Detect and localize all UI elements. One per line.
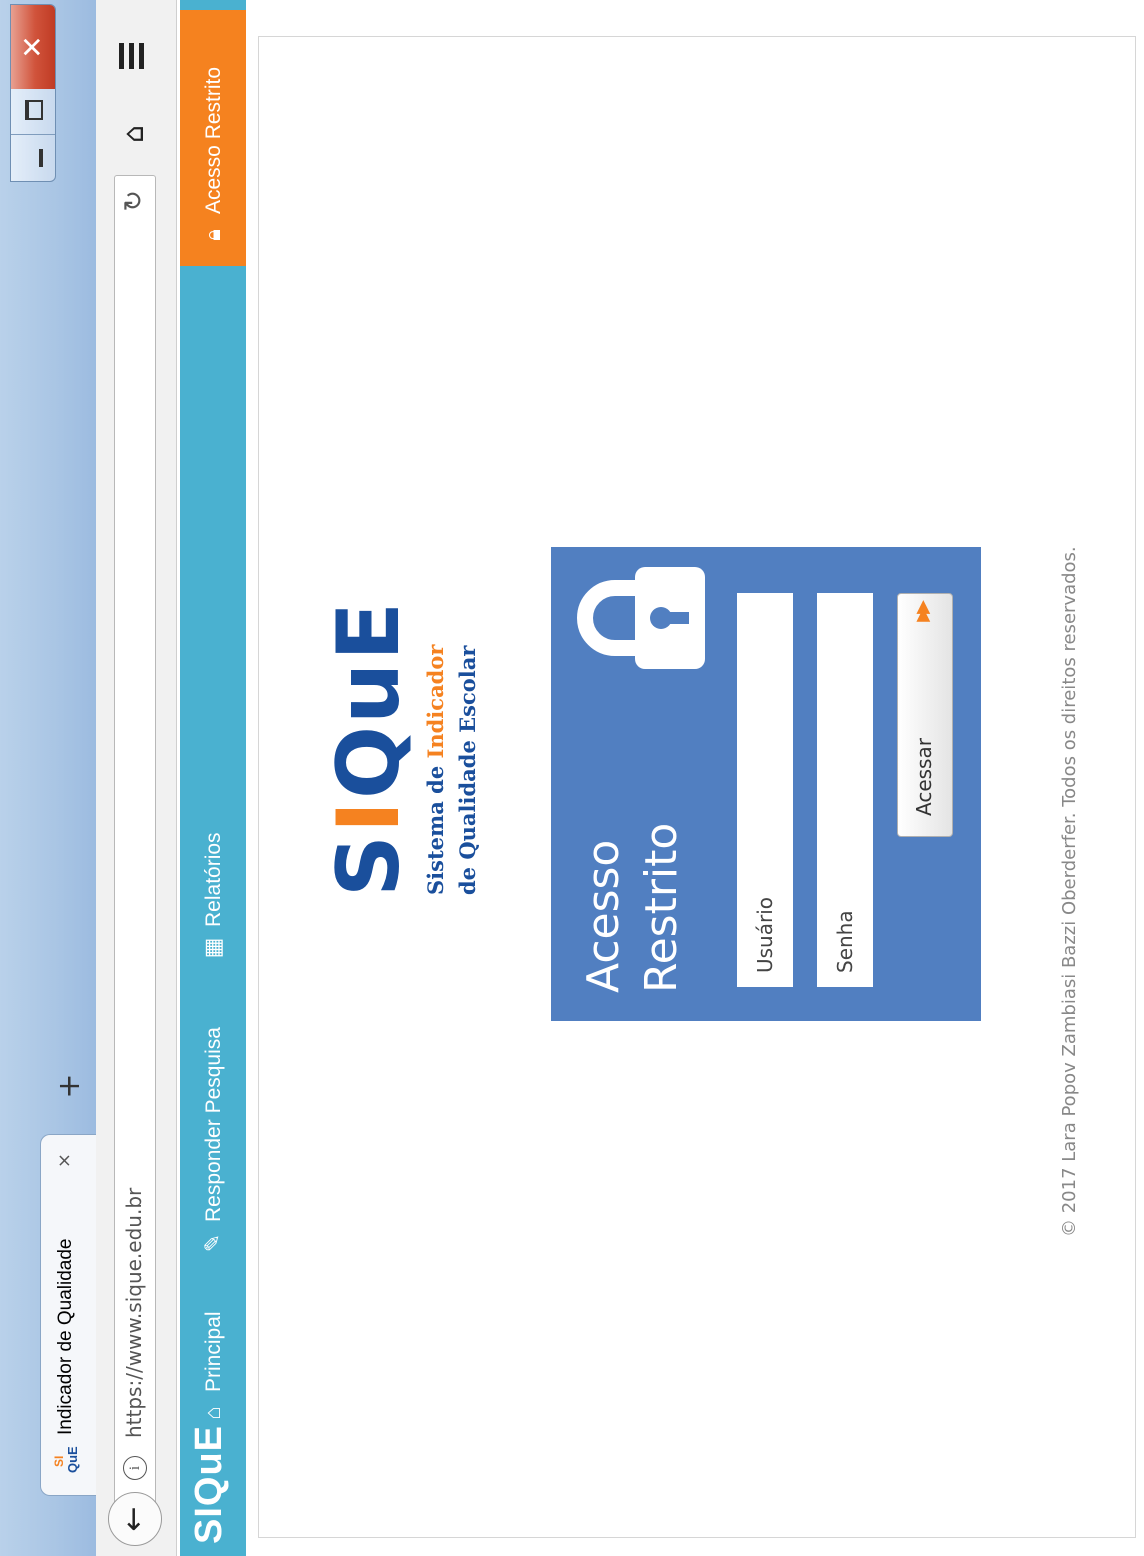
site-header: SIQuE ⌂ Principal ✎ Responder Pesquisa ▦ Re…: [180, 0, 246, 1556]
favicon-icon: SI QuE: [52, 1446, 80, 1473]
close-window-button[interactable]: ✕: [11, 5, 55, 89]
brand-logo: SIQuE: [319, 599, 419, 897]
info-icon[interactable]: i: [123, 1456, 147, 1480]
site-logo[interactable]: SIQuE: [188, 1425, 231, 1544]
new-tab-button[interactable]: +: [50, 1066, 90, 1106]
password-field[interactable]: [817, 593, 873, 987]
nav-principal-label: Principal: [202, 1311, 225, 1392]
back-button[interactable]: ←: [108, 1492, 162, 1546]
home-icon: ⌂: [200, 1406, 225, 1420]
home-button[interactable]: ⌂: [114, 114, 154, 154]
minimize-icon: [39, 149, 43, 167]
close-tab-icon[interactable]: ×: [54, 1153, 75, 1168]
brand-block: SIQuE Sistema de Indicador de Qualidade …: [319, 567, 519, 897]
menu-button[interactable]: [114, 36, 154, 76]
brand-tagline-2: de Qualidade Escolar: [455, 645, 480, 895]
address-bar[interactable]: i https://www.sique.edu.br ↻: [114, 175, 156, 1506]
lock-icon: 🔒︎: [200, 229, 225, 241]
nav-relatorios-label: Relatórios: [202, 832, 225, 927]
nav-responder-pesquisa[interactable]: ✎ Responder Pesquisa: [180, 1027, 246, 1256]
close-icon: ✕: [16, 35, 49, 59]
acessar-button-label: Acessar: [912, 738, 936, 816]
double-arrow-icon: ▶▶: [912, 606, 933, 622]
acessar-button[interactable]: Acessar ▶▶: [897, 593, 953, 837]
back-arrow-icon: ←: [116, 1506, 151, 1532]
report-icon: ▦: [200, 937, 225, 959]
menu-icon: [119, 43, 124, 69]
footer-copyright: © 2017 Lara Popov Zambiasi Bazzi Oberder…: [1059, 546, 1080, 1237]
reload-icon[interactable]: ↻: [119, 190, 149, 212]
padlock-icon: [577, 567, 705, 669]
maximize-icon: [25, 100, 43, 120]
home-icon: ⌂: [117, 125, 150, 143]
username-field[interactable]: [737, 593, 793, 987]
nav-relatorios[interactable]: ▦ Relatórios: [180, 832, 246, 961]
login-title: Acesso Restrito: [578, 822, 687, 993]
url-text[interactable]: https://www.sique.edu.br: [122, 1188, 146, 1438]
browser-window: SI QuE Indicador de Qualidade × + ✕ i ht…: [0, 0, 1144, 1556]
browser-tab[interactable]: SI QuE Indicador de Qualidade ×: [40, 1134, 99, 1496]
navigation-bar: i https://www.sique.edu.br ↻ ← ⌂: [96, 0, 177, 1556]
title-bar: SI QuE Indicador de Qualidade × + ✕: [0, 0, 99, 1556]
brand-tagline-1: Sistema de Indicador: [423, 644, 448, 895]
page-content: SIQuE Sistema de Indicador de Qualidade …: [258, 36, 1136, 1538]
maximize-button[interactable]: [11, 88, 55, 135]
window-controls: ✕: [10, 4, 56, 182]
login-panel: Acesso Restrito Acessar ▶▶: [551, 547, 981, 1021]
nav-restrito-label: Acesso Restrito: [202, 66, 225, 214]
nav-principal[interactable]: ⌂ Principal: [180, 1311, 246, 1426]
edit-icon: ✎: [200, 1233, 225, 1253]
nav-acesso-restrito[interactable]: 🔒︎ Acesso Restrito: [180, 10, 246, 266]
nav-pesquisa-label: Responder Pesquisa: [202, 1027, 225, 1222]
tab-title: Indicador de Qualidade: [55, 1238, 76, 1435]
minimize-button[interactable]: [11, 135, 55, 181]
